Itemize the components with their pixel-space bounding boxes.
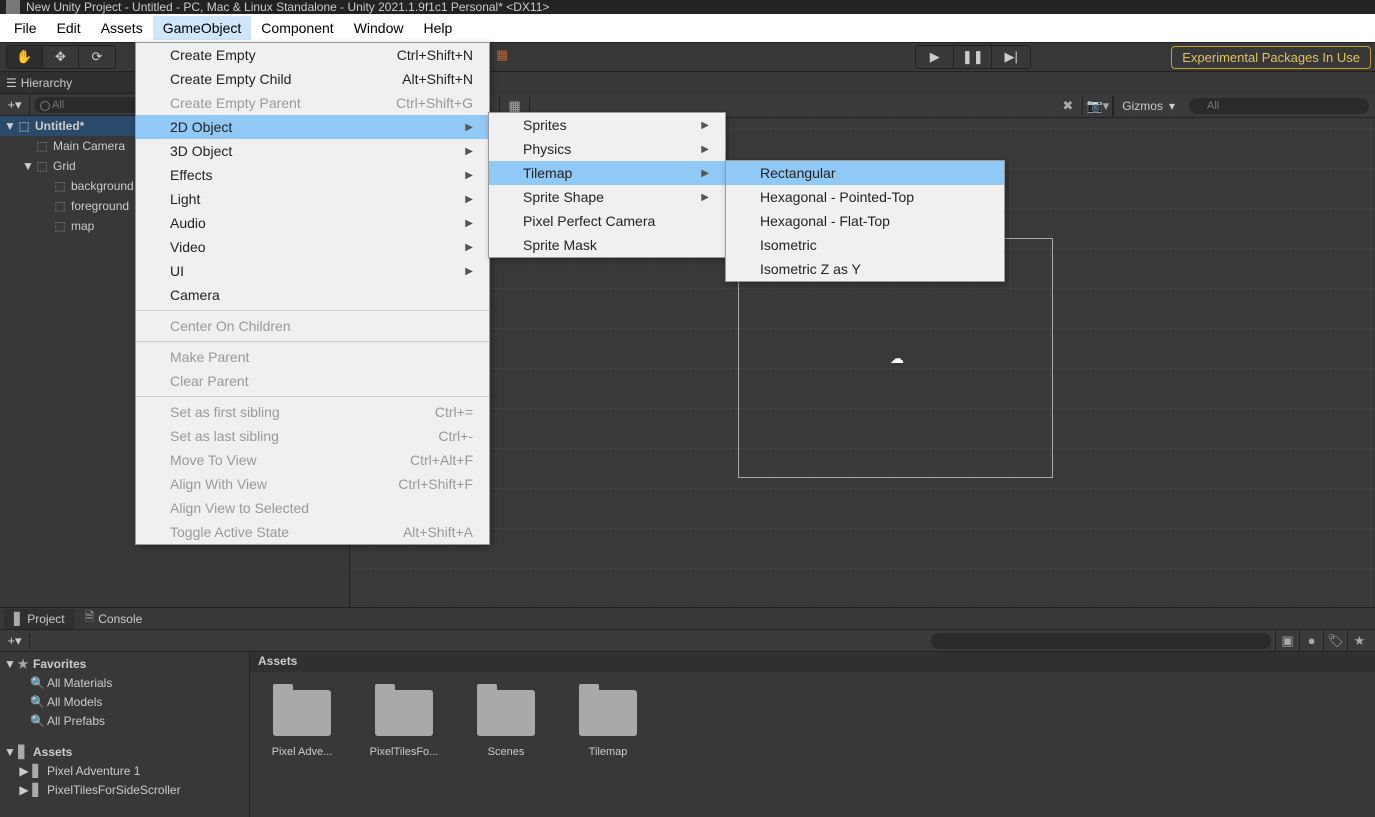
project-panel: ▋Project 🗎Console +▾ ▣ ● 🏷 ★ ▼★Favorites… <box>0 607 1375 817</box>
play-controls: ▶ ❚❚ ▶| <box>915 45 1031 69</box>
unity-icon <box>6 0 20 14</box>
menu-item[interactable]: Tilemap▶ <box>489 161 725 185</box>
pause-button[interactable]: ❚❚ <box>954 46 992 68</box>
project-tree-item[interactable]: ▶▋Pixel Adventure 1 <box>0 761 249 780</box>
hierarchy-icon: ☰ <box>6 76 17 90</box>
menu-item[interactable]: Physics▶ <box>489 137 725 161</box>
menu-item: Set as last siblingCtrl+- <box>136 424 489 448</box>
project-toolbar: +▾ ▣ ● 🏷 ★ <box>0 630 1375 652</box>
menu-item[interactable]: Hexagonal - Pointed-Top <box>726 185 1004 209</box>
snap-tool[interactable]: ▦ <box>496 47 508 63</box>
menu-window[interactable]: Window <box>344 16 414 40</box>
scene-tabs: ame <box>350 72 1375 94</box>
tools-icon[interactable]: ✖ <box>1053 96 1083 116</box>
menu-item[interactable]: Light▶ <box>136 187 489 211</box>
menu-item: Align View to Selected <box>136 496 489 520</box>
menu-item: Create Empty ParentCtrl+Shift+G <box>136 91 489 115</box>
menu-item: Clear Parent <box>136 369 489 393</box>
gameobject-menu: Create EmptyCtrl+Shift+NCreate Empty Chi… <box>135 42 490 545</box>
menubar: FileEditAssetsGameObjectComponentWindowH… <box>0 14 1375 42</box>
project-search[interactable] <box>931 633 1271 649</box>
menu-item[interactable]: Sprites▶ <box>489 113 725 137</box>
step-button[interactable]: ▶| <box>992 46 1030 68</box>
asset-folder[interactable]: PixelTilesFo... <box>368 690 440 758</box>
view-icon[interactable]: ▣ <box>1275 631 1299 651</box>
project-tree-item[interactable]: 🔍All Prefabs <box>0 711 249 730</box>
project-tree-item[interactable]: 🔍All Materials <box>0 673 249 692</box>
title-text: New Unity Project - Untitled - PC, Mac &… <box>26 0 549 14</box>
move-tool[interactable]: ✥ <box>43 46 79 68</box>
project-tree-item[interactable]: ▼★Favorites <box>0 654 249 673</box>
asset-folder[interactable]: Tilemap <box>572 690 644 758</box>
console-tab[interactable]: 🗎Console <box>75 605 153 632</box>
transform-tools: ✋ ✥ ⟳ <box>6 45 116 69</box>
menu-item[interactable]: Effects▶ <box>136 163 489 187</box>
breadcrumb[interactable]: Assets <box>250 652 1375 672</box>
2dobject-submenu: Sprites▶Physics▶Tilemap▶Sprite Shape▶Pix… <box>488 112 726 258</box>
star-icon[interactable]: ★ <box>1347 631 1371 651</box>
menu-item: Center On Children <box>136 314 489 338</box>
titlebar: New Unity Project - Untitled - PC, Mac &… <box>0 0 1375 14</box>
menu-item[interactable]: Video▶ <box>136 235 489 259</box>
folder-icon: ▋ <box>14 612 23 626</box>
menu-edit[interactable]: Edit <box>47 16 91 40</box>
asset-folder[interactable]: Pixel Adve... <box>266 690 338 758</box>
rotate-tool[interactable]: ⟳ <box>79 46 115 68</box>
menu-item[interactable]: Audio▶ <box>136 211 489 235</box>
project-tree-item[interactable]: ▶▋PixelTilesForSideScroller <box>0 780 249 799</box>
menu-item[interactable]: Isometric <box>726 233 1004 257</box>
menu-item: Make Parent <box>136 345 489 369</box>
menu-item[interactable]: Rectangular <box>726 161 1004 185</box>
project-tree-item[interactable]: ▼▋Assets <box>0 742 249 761</box>
camera-icon[interactable]: 📷▾ <box>1083 96 1113 116</box>
menu-item[interactable]: Hexagonal - Flat-Top <box>726 209 1004 233</box>
filter-icon[interactable]: ● <box>1299 631 1323 651</box>
asset-folder[interactable]: Scenes <box>470 690 542 758</box>
hand-tool[interactable]: ✋ <box>7 46 43 68</box>
menu-file[interactable]: File <box>4 16 47 40</box>
menu-gameobject[interactable]: GameObject <box>153 16 252 40</box>
menu-item[interactable]: Sprite Shape▶ <box>489 185 725 209</box>
camera-gizmo-icon[interactable]: ☁ <box>890 350 904 367</box>
gizmos-dropdown[interactable]: Gizmos ▾ <box>1113 96 1183 116</box>
scene-search[interactable] <box>1189 98 1369 114</box>
menu-item[interactable]: 3D Object▶ <box>136 139 489 163</box>
menu-item: Set as first siblingCtrl+= <box>136 400 489 424</box>
menu-item: Align With ViewCtrl+Shift+F <box>136 472 489 496</box>
menu-component[interactable]: Component <box>251 16 343 40</box>
menu-item[interactable]: UI▶ <box>136 259 489 283</box>
menu-item[interactable]: Isometric Z as Y <box>726 257 1004 281</box>
menu-assets[interactable]: Assets <box>91 16 153 40</box>
menu-item[interactable]: Camera <box>136 283 489 307</box>
asset-grid: Assets Pixel Adve... PixelTilesFo... Scene… <box>250 652 1375 817</box>
menu-item[interactable]: Create EmptyCtrl+Shift+N <box>136 43 489 67</box>
project-tree-item[interactable]: 🔍All Models <box>0 692 249 711</box>
menu-item[interactable]: Pixel Perfect Camera <box>489 209 725 233</box>
menu-help[interactable]: Help <box>413 16 462 40</box>
console-icon: 🗎 <box>85 608 95 629</box>
bottom-tabs: ▋Project 🗎Console <box>0 608 1375 630</box>
experimental-badge[interactable]: Experimental Packages In Use <box>1171 46 1371 69</box>
menu-item[interactable]: Create Empty ChildAlt+Shift+N <box>136 67 489 91</box>
menu-item: Move To ViewCtrl+Alt+F <box>136 448 489 472</box>
project-tab[interactable]: ▋Project <box>4 609 75 629</box>
create-dropdown[interactable]: +▾ <box>0 94 30 116</box>
menu-item[interactable]: Sprite Mask <box>489 233 725 257</box>
menu-item[interactable]: 2D Object▶ <box>136 115 489 139</box>
menu-item: Toggle Active StateAlt+Shift+A <box>136 520 489 544</box>
project-create-dropdown[interactable]: +▾ <box>0 633 30 649</box>
tilemap-submenu: RectangularHexagonal - Pointed-TopHexago… <box>725 160 1005 282</box>
label-icon[interactable]: 🏷 <box>1323 631 1347 651</box>
project-tree: ▼★Favorites🔍All Materials🔍All Models🔍All… <box>0 652 250 817</box>
play-button[interactable]: ▶ <box>916 46 954 68</box>
